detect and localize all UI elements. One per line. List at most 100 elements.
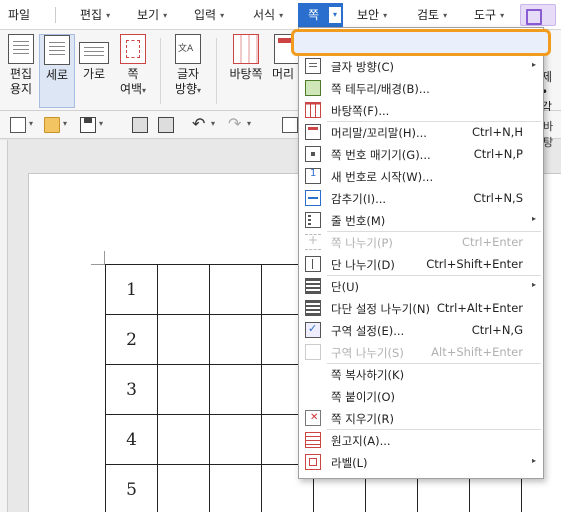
menu-tools[interactable]: 도구 ▾ — [474, 5, 504, 25]
table-cell[interactable]: 3 — [105, 364, 158, 415]
menu-item-label: 쪽 붙이기(O) — [331, 390, 395, 404]
menu-item-label: 원고지(A)... — [331, 434, 391, 448]
text-direction-button[interactable]: 글자 방향▾ — [168, 34, 208, 98]
menu-insert[interactable]: 입력 ▾ — [194, 5, 224, 25]
print-icon[interactable] — [132, 117, 148, 133]
vertical-ruler — [0, 140, 8, 512]
open-folder-icon[interactable] — [44, 117, 60, 133]
menu-item[interactable]: 바탕쪽(F)... — [299, 99, 543, 121]
menu-item-label: 단 나누기(D) — [331, 258, 395, 272]
menu-bar: 파일 편집 ▾ 보기 ▾ 입력 ▾ 서식 ▾ 쪽 ▾ 보안 ▾ 검토 ▾ 도구 ▾ — [0, 0, 561, 30]
background-page-icon — [305, 102, 321, 118]
table-cell[interactable] — [157, 464, 210, 512]
menu-item[interactable]: 줄 번호(M) ▸ — [299, 209, 543, 231]
chevron-down-icon[interactable]: ▾ — [211, 119, 215, 128]
menu-separator — [55, 7, 56, 23]
menu-item-label: 쪽 번호 매기기(G)... — [331, 148, 431, 162]
delete-page-icon — [305, 410, 321, 426]
multi-column-break-icon — [305, 300, 321, 316]
new-number-icon — [305, 168, 321, 184]
menu-item[interactable]: 쪽 테두리/배경(B)... — [299, 77, 543, 99]
page-number-icon — [305, 146, 321, 162]
menu-item[interactable]: 원고지(A)... — [299, 429, 543, 451]
save-icon[interactable] — [80, 117, 96, 133]
submenu-arrow-icon: ▸ — [531, 456, 536, 465]
chevron-down-icon[interactable]: ▾ — [329, 7, 341, 23]
menu-item-label: 줄 번호(M) — [331, 214, 386, 228]
align-icon[interactable] — [282, 117, 298, 133]
header-footer-icon — [305, 124, 321, 140]
menu-review[interactable]: 검토 ▾ — [417, 5, 447, 25]
hide-icon — [305, 190, 321, 206]
chevron-down-icon: ▾ — [383, 11, 388, 20]
redo-icon[interactable] — [228, 114, 244, 133]
menu-item[interactable]: 글자 방향(C) ▸ — [299, 55, 543, 77]
menu-item[interactable]: 새 번호로 시작(W)... — [299, 165, 543, 187]
landscape-page-icon — [79, 42, 109, 64]
page-margin-button[interactable]: 쪽 여백▾ — [113, 34, 153, 98]
menu-item[interactable]: 단(U) ▸ — [299, 275, 543, 297]
undo-icon[interactable] — [192, 114, 208, 133]
chevron-down-icon[interactable]: ▾ — [247, 119, 251, 128]
table-cell[interactable] — [157, 414, 210, 465]
table-cell[interactable] — [209, 414, 262, 465]
table-cell[interactable] — [157, 314, 210, 365]
menu-item-label: 쪽 테두리/배경(B)... — [331, 82, 430, 96]
menu-item-label: 글자 방향(C) — [331, 60, 394, 74]
table-cell[interactable]: 4 — [105, 414, 158, 465]
menu-page[interactable]: 쪽 ▾ — [298, 3, 343, 27]
edit-paper-button[interactable]: 편집 용지 — [4, 34, 38, 97]
menu-item[interactable]: 쪽 지우기(R) — [299, 407, 543, 429]
menu-view[interactable]: 보기 ▾ — [137, 5, 167, 25]
landscape-button[interactable]: 가로 — [77, 34, 111, 82]
chevron-down-icon: ▾ — [163, 11, 168, 20]
menu-item[interactable]: 단 나누기(D) Ctrl+Shift+Enter — [299, 253, 543, 275]
menu-item-label: 쪽 복사하기(K) — [331, 368, 405, 382]
page-menu-dropdown: 편집 용지(J)...F7글자 방향(C)▸쪽 테두리/배경(B)...바탕쪽(… — [298, 27, 544, 479]
background-page-icon — [233, 34, 259, 64]
menu-edit[interactable]: 편집 ▾ — [80, 5, 110, 25]
submenu-arrow-icon: ▸ — [531, 280, 536, 289]
table-cell[interactable]: 5 — [105, 464, 158, 512]
toolbar-partial-right: 바탕 — [543, 120, 554, 149]
menu-item[interactable]: 쪽 복사하기(K) — [299, 363, 543, 385]
format-painter-icon[interactable] — [520, 4, 556, 26]
menu-item: 구역 나누기(S) Alt+Shift+Enter — [299, 341, 543, 363]
table-cell[interactable] — [209, 264, 262, 315]
menu-format[interactable]: 서식 ▾ — [253, 5, 283, 25]
menu-item[interactable]: 다단 설정 나누기(N) Ctrl+Alt+Enter — [299, 297, 543, 319]
chevron-down-icon[interactable]: ▾ — [99, 119, 103, 128]
menu-item[interactable]: 감추기(I)... Ctrl+N,S — [299, 187, 543, 209]
background-page-button[interactable]: 바탕쪽 — [224, 34, 268, 82]
menu-item[interactable]: 구역 설정(E)... Ctrl+N,G — [299, 319, 543, 341]
menu-item[interactable]: 쪽 번호 매기기(G)... Ctrl+N,P — [299, 143, 543, 165]
chevron-down-icon[interactable]: ▾ — [29, 119, 33, 128]
menu-item[interactable]: 머리말/꼬리말(H)... Ctrl+N,H — [299, 121, 543, 143]
table-cell[interactable] — [157, 364, 210, 415]
chevron-down-icon: ▾ — [106, 11, 111, 20]
menu-item-shortcut: Ctrl+N,S — [473, 191, 523, 205]
section-break-icon — [305, 344, 321, 360]
chevron-down-icon: ▾ — [279, 11, 284, 20]
menu-item[interactable]: 라벨(L) ▸ — [299, 451, 543, 473]
table-cell[interactable]: 1 — [105, 264, 158, 315]
chevron-down-icon[interactable]: ▾ — [63, 119, 67, 128]
menu-item[interactable]: 쪽 붙이기(O) — [299, 385, 543, 407]
table-cell[interactable]: 2 — [105, 314, 158, 365]
highlight-outline — [291, 29, 551, 56]
menu-file[interactable]: 파일 — [8, 5, 30, 25]
menu-item-shortcut: Ctrl+N,G — [471, 323, 523, 337]
menu-item-shortcut: Ctrl+N,H — [471, 125, 523, 139]
column-break-icon — [305, 256, 321, 272]
manuscript-paper-icon — [305, 432, 321, 448]
menu-item-shortcut: Ctrl+Shift+Enter — [426, 257, 523, 271]
table-cell[interactable] — [157, 264, 210, 315]
chevron-down-icon: ▾ — [443, 11, 448, 20]
table-cell[interactable] — [209, 464, 262, 512]
print-preview-icon[interactable] — [158, 117, 174, 133]
new-document-icon[interactable] — [10, 117, 26, 133]
table-cell[interactable] — [209, 314, 262, 365]
table-cell[interactable] — [209, 364, 262, 415]
menu-security[interactable]: 보안 ▾ — [357, 5, 387, 25]
portrait-button[interactable]: 세로 — [39, 34, 75, 108]
